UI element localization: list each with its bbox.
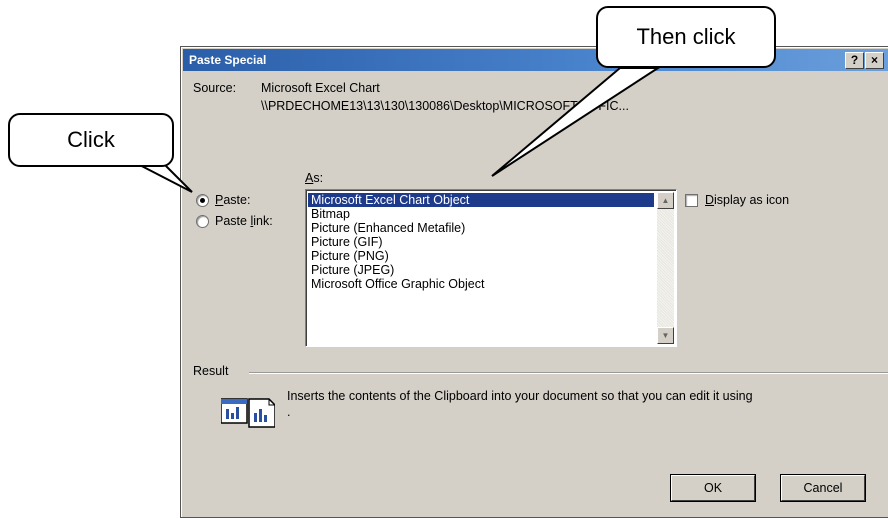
callout-pointers	[129, 67, 662, 193]
click-callout: Click	[8, 113, 174, 167]
then-click-callout-pointer	[491, 67, 662, 177]
then-click-callout: Then click	[596, 6, 776, 68]
